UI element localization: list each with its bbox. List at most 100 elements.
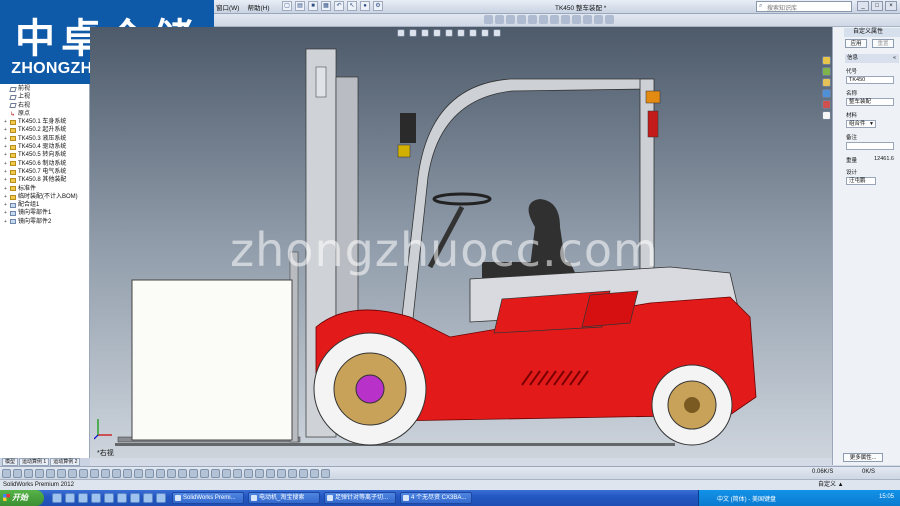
tree-item[interactable]: 右视 [0, 102, 89, 110]
app-icon[interactable] [104, 493, 114, 503]
tree-item[interactable]: + 标准件 [0, 185, 89, 193]
select-icon[interactable]: ↖ [347, 1, 357, 11]
toolbar-icon[interactable] [310, 469, 319, 478]
toolbar-icon[interactable] [222, 469, 231, 478]
toolbar-icon[interactable] [79, 469, 88, 478]
toolbar-icon[interactable] [200, 469, 209, 478]
toolbar-icon[interactable] [178, 469, 187, 478]
note-field[interactable] [846, 142, 894, 150]
undo-icon[interactable]: ↶ [334, 1, 344, 11]
toolbar-icon[interactable] [539, 15, 548, 24]
tree-item[interactable]: + TK450.7 电气系统 [0, 168, 89, 176]
tab-motion-1[interactable]: 运动算例 1 [19, 458, 50, 466]
toolbar-icon[interactable] [288, 469, 297, 478]
graphics-area[interactable]: zhongzhuocc.com *右视 [90, 27, 832, 458]
maximize-button[interactable]: □ [871, 1, 883, 11]
view-palette-icon[interactable] [822, 89, 831, 98]
designer-field[interactable]: 汪屯鹏 [846, 177, 876, 185]
expand-icon[interactable]: + [3, 185, 8, 193]
expand-icon[interactable]: + [3, 218, 8, 226]
rebuild-icon[interactable]: ● [360, 1, 370, 11]
toolbar-icon[interactable] [145, 469, 154, 478]
toolbar-icon[interactable] [123, 469, 132, 478]
media-icon[interactable] [78, 493, 88, 503]
toolbar-icon[interactable] [605, 15, 614, 24]
toolbar-icon[interactable] [189, 469, 198, 478]
options-icon[interactable]: ⚙ [373, 1, 383, 11]
toolbar-icon[interactable] [495, 15, 504, 24]
name-field[interactable]: 整车装配 [846, 98, 894, 106]
expand-icon[interactable]: + [3, 201, 8, 209]
toolbar-icon[interactable] [561, 15, 570, 24]
tree-item[interactable]: + 镜向零部件2 [0, 218, 89, 226]
toolbar-icon[interactable] [266, 469, 275, 478]
toolbar-icon[interactable] [517, 15, 526, 24]
toolbar-icon[interactable] [299, 469, 308, 478]
design-library-icon[interactable] [822, 67, 831, 76]
toolbar-icon[interactable] [244, 469, 253, 478]
toolbar-icon[interactable] [594, 15, 603, 24]
tree-item[interactable]: + TK450.1 车身系统 [0, 118, 89, 126]
open-icon[interactable]: ▤ [295, 1, 305, 11]
tree-item[interactable]: + 配合组1 [0, 201, 89, 209]
toolbar-icon[interactable] [68, 469, 77, 478]
collapse-icon[interactable]: « [893, 54, 896, 63]
info-section-header[interactable]: 信息 « [845, 54, 899, 63]
browser-icon[interactable] [52, 493, 62, 503]
expand-icon[interactable]: + [3, 193, 8, 201]
menu-window[interactable]: 窗口(W) [216, 2, 239, 12]
close-button[interactable]: × [885, 1, 897, 11]
desktop-icon[interactable] [91, 493, 101, 503]
toolbar-icon[interactable] [167, 469, 176, 478]
tree-item[interactable]: + 临时装配(不计入BOM) [0, 193, 89, 201]
input-method[interactable]: 中文 (简体) - 美国键盘 [717, 494, 776, 503]
expand-icon[interactable]: + [3, 176, 8, 184]
toolbar-icon[interactable] [112, 469, 121, 478]
toolbar-icon[interactable] [572, 15, 581, 24]
tree-item[interactable]: + 镜向零部件1 [0, 209, 89, 217]
expand-icon[interactable]: + [3, 151, 8, 159]
toolbar-icon[interactable] [156, 469, 165, 478]
tree-item[interactable]: + TK450.4 驱动系统 [0, 143, 89, 151]
reset-button[interactable]: 重置 [872, 39, 894, 48]
expand-icon[interactable]: + [3, 135, 8, 143]
more-properties-button[interactable]: 更多属性... [843, 453, 883, 462]
toolbar-icon[interactable] [528, 15, 537, 24]
tree-item[interactable]: + TK450.2 起升系统 [0, 126, 89, 134]
toolbar-icon[interactable] [57, 469, 66, 478]
expand-icon[interactable]: + [3, 118, 8, 126]
task-browser[interactable]: 电动机_淘宝搜索 [248, 492, 320, 504]
toolbar-icon[interactable] [277, 469, 286, 478]
search-input[interactable]: ⌕ 搜索知识库 [756, 1, 852, 12]
toolbar-icon[interactable] [46, 469, 55, 478]
tree-item[interactable]: 前视 [0, 85, 89, 93]
start-button[interactable]: 开始 [0, 490, 44, 506]
toolbar-icon[interactable] [24, 469, 33, 478]
app-icon[interactable] [143, 493, 153, 503]
tab-model[interactable]: 模型 [2, 458, 19, 466]
apply-button[interactable]: 应用 [845, 39, 867, 48]
toolbar-icon[interactable] [233, 469, 242, 478]
material-select[interactable]: 组合件 ▼ [846, 120, 876, 128]
expand-icon[interactable]: + [3, 209, 8, 217]
menu-help[interactable]: 帮助(H) [247, 2, 269, 12]
code-field[interactable]: TK450 [846, 76, 894, 84]
toolbar-icon[interactable] [321, 469, 330, 478]
toolbar-icon[interactable] [13, 469, 22, 478]
toolbar-icon[interactable] [101, 469, 110, 478]
app-icon[interactable] [117, 493, 127, 503]
save-icon[interactable]: ■ [308, 1, 318, 11]
tree-item[interactable]: + TK450.6 制动系统 [0, 160, 89, 168]
toolbar-icon[interactable] [550, 15, 559, 24]
expand-icon[interactable]: + [3, 143, 8, 151]
toolbar-icon[interactable] [506, 15, 515, 24]
tab-motion-2[interactable]: 运动算例 2 [50, 458, 81, 466]
toolbar-icon[interactable] [255, 469, 264, 478]
file-explorer-icon[interactable] [822, 78, 831, 87]
task-solidworks[interactable]: SolidWorks Premi... [172, 492, 244, 504]
expand-icon[interactable]: + [3, 168, 8, 176]
folder-icon[interactable] [65, 493, 75, 503]
expand-icon[interactable]: + [3, 160, 8, 168]
task-group[interactable]: 4 个无尽资 CX3BA... [400, 492, 472, 504]
tree-item[interactable]: + TK450.8 其他装配 [0, 176, 89, 184]
